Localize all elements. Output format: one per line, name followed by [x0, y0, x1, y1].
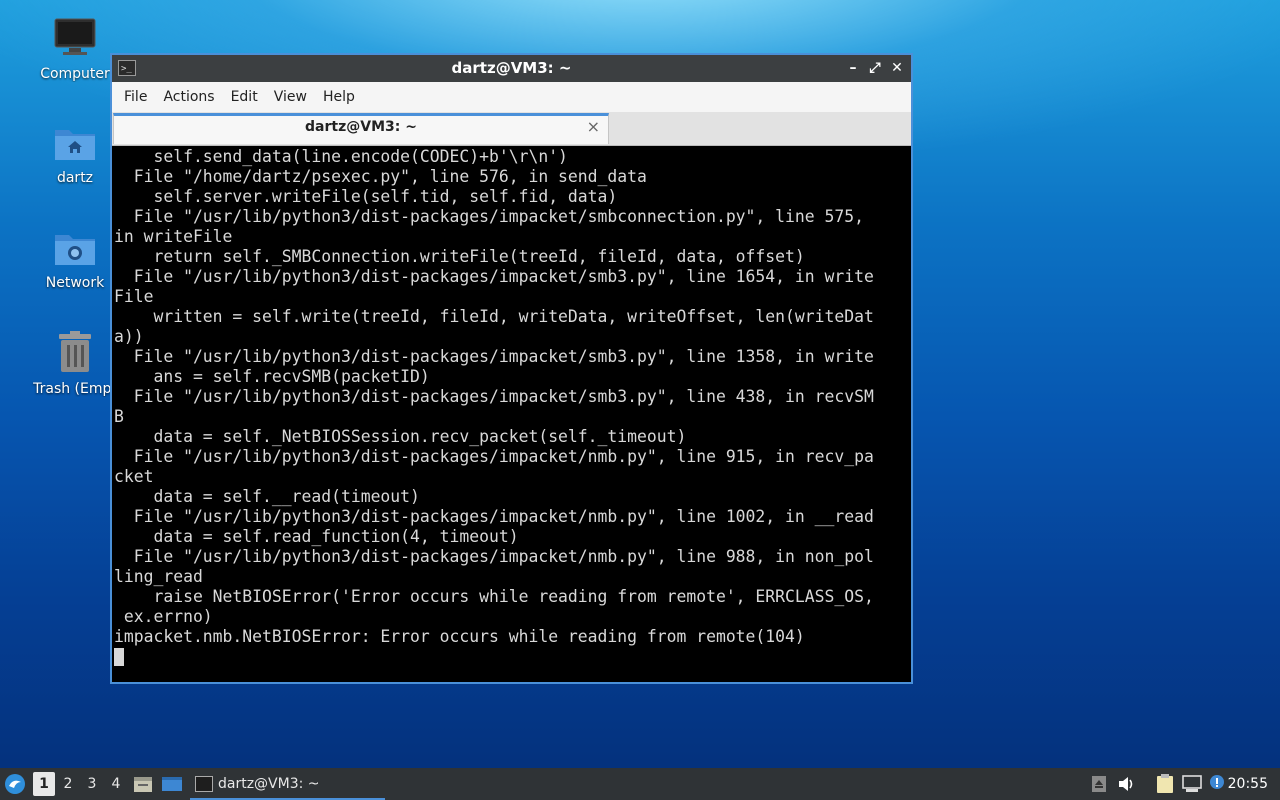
app-menu-button[interactable]: [4, 768, 28, 800]
desktop-icon: [162, 777, 182, 791]
terminal-prompt-line: [114, 647, 909, 667]
terminal-line: File "/usr/lib/python3/dist-packages/imp…: [114, 207, 864, 226]
network-icon: [1182, 775, 1202, 792]
window-title: dartz@VM3: ~: [451, 59, 572, 77]
window-titlebar[interactable]: >_ dartz@VM3: ~ – ⤢ ✕: [112, 55, 911, 82]
menu-view[interactable]: View: [266, 89, 315, 105]
task-label: dartz@VM3: ~: [218, 776, 320, 792]
terminal-line: File "/usr/lib/python3/dist-packages/imp…: [114, 387, 874, 406]
menu-edit[interactable]: Edit: [223, 89, 266, 105]
trash-icon: [59, 331, 91, 372]
terminal-output[interactable]: self.send_data(line.encode(CODEC)+b'\r\n…: [114, 147, 909, 682]
tray-update-notifier-button[interactable]: [1209, 768, 1229, 800]
terminal-line: File "/usr/lib/python3/dist-packages/imp…: [114, 447, 874, 466]
computer-icon: [54, 18, 96, 55]
window-controls: – ⤢ ✕: [843, 55, 907, 82]
workspace-4-button[interactable]: 4: [105, 768, 127, 800]
terminal-line: in writeFile: [114, 227, 233, 246]
terminal-line: File "/home/dartz/psexec.py", line 576, …: [114, 167, 647, 186]
terminal-line: raise NetBIOSError('Error occurs while r…: [114, 587, 874, 606]
workspace-2-button[interactable]: 2: [57, 768, 79, 800]
network-folder-icon: [55, 235, 95, 265]
file-manager-icon: [134, 777, 152, 792]
terminal-line: self.server.writeFile(self.tid, self.fid…: [114, 187, 618, 206]
clipboard-icon: [1157, 774, 1173, 793]
terminal-line: data = self.__read(timeout): [114, 487, 420, 506]
tray-clipboard-button[interactable]: [1156, 768, 1176, 800]
terminal-line: impacket.nmb.NetBIOSError: Error occurs …: [114, 627, 805, 646]
terminal-window: >_ dartz@VM3: ~ – ⤢ ✕ File Actions Edit …: [110, 53, 913, 684]
eject-icon: [1092, 776, 1106, 792]
tab-terminal[interactable]: dartz@VM3: ~ ×: [113, 113, 609, 144]
terminal-line: File "/usr/lib/python3/dist-packages/imp…: [114, 267, 874, 286]
terminal-line: ex.errno): [114, 607, 213, 626]
file-manager-launcher[interactable]: [133, 768, 155, 800]
terminal-line: ans = self.recvSMB(packetID): [114, 367, 430, 386]
lubuntu-logo-icon: [5, 774, 25, 794]
workspace-3-button[interactable]: 3: [81, 768, 103, 800]
tab-close-icon[interactable]: ×: [587, 117, 600, 136]
terminal-line: File: [114, 287, 154, 306]
menubar: File Actions Edit View Help: [112, 82, 911, 112]
terminal-line: self.send_data(line.encode(CODEC)+b'\r\n…: [114, 147, 568, 166]
close-button[interactable]: ✕: [887, 55, 907, 82]
terminal-line: File "/usr/lib/python3/dist-packages/imp…: [114, 347, 874, 366]
terminal-line: File "/usr/lib/python3/dist-packages/imp…: [114, 547, 874, 566]
terminal-line: a)): [114, 327, 144, 346]
menu-actions[interactable]: Actions: [155, 89, 222, 105]
menu-file[interactable]: File: [116, 89, 155, 105]
taskbar: 1 2 3 4 dartz@VM3: ~ 20:55: [0, 768, 1280, 800]
tab-bar: dartz@VM3: ~ ×: [112, 112, 911, 146]
minimize-button[interactable]: –: [843, 55, 863, 82]
taskbar-task-terminal[interactable]: dartz@VM3: ~: [190, 768, 385, 800]
terminal-line: B: [114, 407, 124, 426]
tab-label: dartz@VM3: ~: [305, 119, 417, 135]
terminal-line: ling_read: [114, 567, 203, 586]
terminal-cursor: [114, 648, 124, 666]
terminal-icon: [195, 776, 213, 792]
home-folder-icon: [55, 130, 95, 160]
tray-volume-button[interactable]: [1118, 768, 1138, 800]
taskbar-clock[interactable]: 20:55: [1228, 768, 1268, 800]
terminal-line: data = self.read_function(4, timeout): [114, 527, 519, 546]
menu-help[interactable]: Help: [315, 89, 363, 105]
tray-network-button[interactable]: [1182, 768, 1204, 800]
terminal-line: File "/usr/lib/python3/dist-packages/imp…: [114, 507, 874, 526]
volume-icon: [1119, 777, 1133, 791]
maximize-button[interactable]: ⤢: [865, 55, 885, 82]
terminal-line: written = self.write(treeId, fileId, wri…: [114, 307, 874, 326]
update-notifier-icon: [1210, 775, 1224, 789]
terminal-line: data = self._NetBIOSSession.recv_packet(…: [114, 427, 687, 446]
terminal-line: cket: [114, 467, 154, 486]
show-desktop-button[interactable]: [161, 768, 185, 800]
tray-eject-button[interactable]: [1091, 768, 1109, 800]
workspace-1-button[interactable]: 1: [33, 772, 55, 796]
terminal-line: return self._SMBConnection.writeFile(tre…: [114, 247, 805, 266]
